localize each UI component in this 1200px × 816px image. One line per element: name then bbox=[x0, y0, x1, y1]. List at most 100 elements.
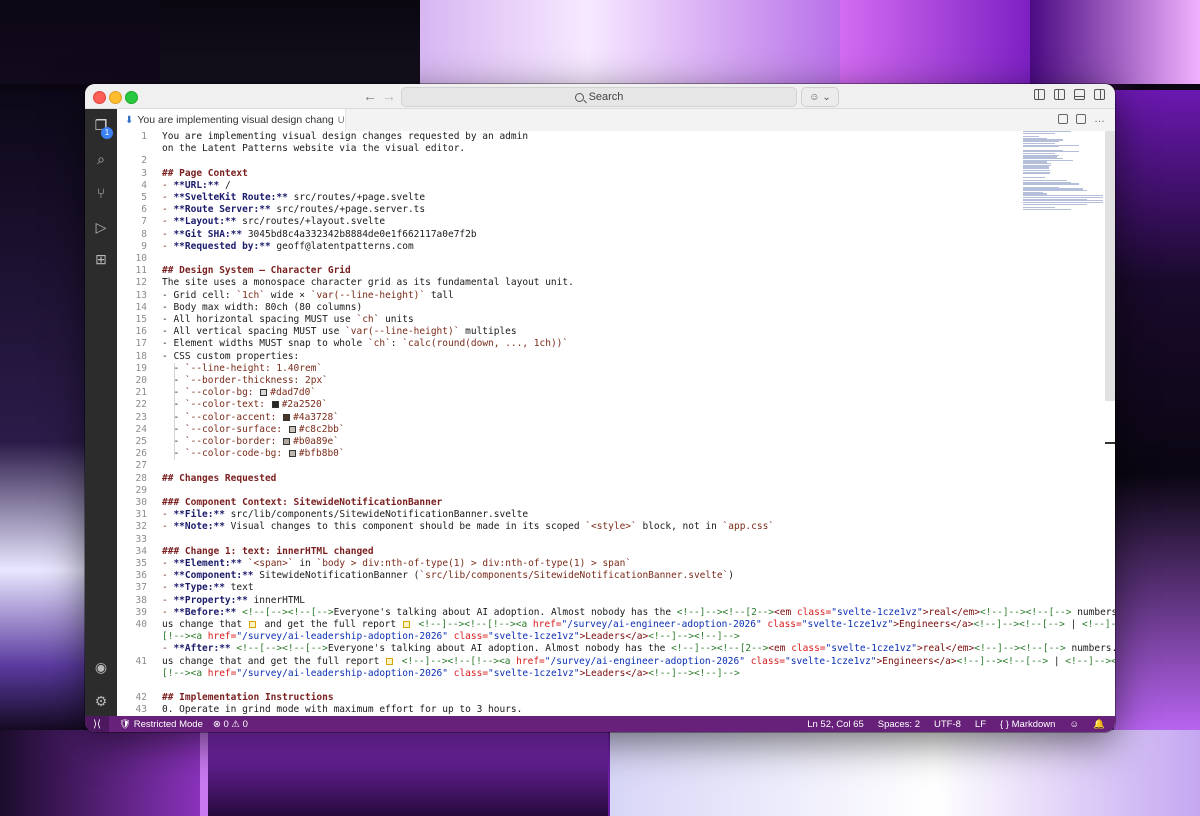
line-number: 7 bbox=[141, 216, 147, 228]
text-editor[interactable]: 1 2 3 4 5 6 7 8 9 10 11 12 13 14 15 16 17 18 19 20 21 22 23 24 2… bbox=[117, 131, 1115, 716]
encoding-setting[interactable]: UTF-8 bbox=[934, 719, 961, 730]
toggle-secondary-sidebar-icon[interactable] bbox=[1094, 89, 1105, 100]
warning-icon: ⚠ bbox=[231, 718, 240, 730]
line-number: 35 bbox=[135, 558, 147, 569]
toggle-sidebar-icon[interactable] bbox=[1054, 89, 1065, 100]
open-preview-icon[interactable] bbox=[1058, 114, 1068, 124]
line-number: 18 bbox=[135, 350, 147, 362]
line-number: 15 bbox=[135, 314, 147, 325]
line-number: 31 bbox=[135, 509, 147, 521]
code-line: - **URL:** / bbox=[162, 179, 231, 191]
language-mode[interactable]: { } Markdown bbox=[1000, 719, 1055, 730]
editor-window: ← → Search ☺ ⌄ ❐ 1 ⌕ ⑂ ▷ ⊞ ◉ ⚙ ⬇ You are… bbox=[85, 84, 1115, 732]
line-number: 37 bbox=[135, 582, 147, 594]
code-line: - `--color-text: #2a2520` bbox=[162, 399, 328, 411]
wallpaper-panel bbox=[1030, 0, 1200, 84]
line-number: 17 bbox=[135, 338, 147, 350]
code-line: 0. Operate in grind mode with maximum ef… bbox=[162, 704, 523, 716]
tab-subtitle: Untitled-1 bbox=[337, 114, 345, 126]
color-swatch[interactable] bbox=[288, 450, 296, 458]
line-number: 6 bbox=[141, 204, 147, 216]
toggle-panel-icon[interactable] bbox=[1074, 89, 1085, 100]
markdown-file-icon: ⬇ bbox=[125, 114, 134, 126]
line-number: 36 bbox=[135, 570, 147, 582]
code-line: - **Requested by:** geoff@latentpatterns… bbox=[162, 240, 414, 252]
copilot-status-icon[interactable]: ☺ bbox=[1069, 719, 1079, 730]
code-line: - **SvelteKit Route:** src/routes/+page.… bbox=[162, 192, 426, 203]
close-window-button[interactable] bbox=[93, 91, 106, 104]
minimap-line bbox=[1023, 208, 1071, 210]
run-debug-icon[interactable]: ▷ bbox=[93, 219, 109, 235]
indentation-setting[interactable]: Spaces: 2 bbox=[878, 719, 920, 730]
arrow-left-icon[interactable]: ← bbox=[363, 87, 377, 105]
cursor-position[interactable]: Ln 52, Col 65 bbox=[807, 719, 864, 730]
line-number: 32 bbox=[135, 521, 147, 533]
code-line: ## Design System — Character Grid bbox=[162, 265, 351, 277]
tab-untitled-1[interactable]: ⬇ You are implementing visual design cha… bbox=[117, 109, 346, 131]
wallpaper-panel bbox=[0, 90, 86, 730]
code-line: - **Property:** innerHTML bbox=[162, 594, 306, 606]
vertical-scrollbar[interactable] bbox=[1105, 131, 1115, 401]
more-actions-icon[interactable]: … bbox=[1094, 114, 1105, 125]
line-number: 14 bbox=[135, 301, 147, 313]
code-area[interactable]: You are implementing visual design chang… bbox=[162, 131, 1115, 716]
gear-icon[interactable]: ⚙ bbox=[93, 693, 109, 709]
line-number: 19 bbox=[135, 362, 147, 374]
restricted-mode-indicator[interactable]: 🛡 Restricted Mode bbox=[119, 719, 203, 730]
wallpaper-panel bbox=[420, 0, 840, 84]
color-swatch[interactable] bbox=[283, 438, 291, 445]
minimap[interactable] bbox=[1023, 131, 1103, 211]
error-count: 0 bbox=[223, 718, 229, 730]
extensions-icon[interactable]: ⊞ bbox=[93, 251, 109, 267]
error-icon: ⊗ bbox=[212, 718, 221, 730]
chevron-down-icon: ⌄ bbox=[822, 91, 831, 103]
code-line: [!--><a href="/survey/ai-leadership-adop… bbox=[162, 631, 740, 643]
scrollbar-cursor-marker bbox=[1105, 442, 1115, 444]
code-line: - **File:** src/lib/components/SitewideN… bbox=[162, 509, 529, 521]
problems-indicator[interactable]: ⊗ 0 ⚠ 0 bbox=[213, 719, 248, 730]
toggle-primary-sidebar-icon[interactable] bbox=[1034, 89, 1045, 100]
code-line: - **Component:** SitewideNotificationBan… bbox=[162, 570, 734, 582]
code-line: ### Change 1: text: innerHTML changed bbox=[162, 545, 374, 557]
split-editor-icon[interactable] bbox=[1076, 114, 1086, 124]
code-line: - `--color-border: #b0a89e` bbox=[162, 436, 339, 447]
notifications-bell-icon[interactable]: 🔔 bbox=[1093, 719, 1105, 730]
eol-setting[interactable]: LF bbox=[975, 719, 986, 730]
line-number: 25 bbox=[135, 436, 147, 447]
line-number: 22 bbox=[135, 399, 147, 411]
line-number: 2 bbox=[141, 155, 147, 167]
code-line: - All vertical spacing MUST use `var(--l… bbox=[162, 326, 517, 338]
account-icon[interactable]: ◉ bbox=[93, 659, 109, 675]
line-number: 3 bbox=[141, 167, 147, 179]
minimap-line bbox=[1023, 146, 1059, 148]
line-number: 26 bbox=[135, 448, 147, 460]
remote-indicator-icon[interactable]: ⟩⟨ bbox=[85, 716, 109, 732]
layout-controls bbox=[1034, 89, 1105, 100]
maximize-window-button[interactable] bbox=[125, 91, 138, 104]
search-icon[interactable]: ⌕ bbox=[93, 151, 109, 167]
line-number: 43 bbox=[135, 704, 147, 716]
code-line: - **Before:** <!--[--><!--[-->Everyone's… bbox=[162, 606, 1115, 618]
arrow-right-icon[interactable]: → bbox=[382, 87, 396, 105]
color-swatch[interactable] bbox=[283, 413, 291, 421]
line-number: 29 bbox=[135, 484, 147, 496]
wallpaper-panel bbox=[0, 0, 164, 84]
code-line: - `--border-thickness: 2px` bbox=[162, 375, 328, 386]
copilot-menu-button[interactable]: ☺ ⌄ bbox=[801, 87, 839, 107]
source-control-icon[interactable]: ⑂ bbox=[93, 185, 109, 201]
code-line: - **Git SHA:** 3045bd8c4a332342b8884de0e… bbox=[162, 228, 477, 240]
search-icon bbox=[574, 92, 584, 102]
minimap-line bbox=[1023, 176, 1046, 178]
color-swatch[interactable] bbox=[288, 425, 296, 433]
code-line: - `--color-code-bg: #bfb8b0` bbox=[162, 448, 345, 460]
minimize-window-button[interactable] bbox=[109, 91, 122, 104]
command-center-search[interactable]: Search bbox=[401, 87, 797, 107]
line-number: 10 bbox=[135, 253, 147, 264]
color-swatch[interactable] bbox=[260, 389, 268, 397]
status-bar: ⟩⟨ 🛡 Restricted Mode ⊗ 0 ⚠ 0 Ln 52, Col … bbox=[85, 716, 1115, 732]
unicode-highlight bbox=[248, 621, 256, 628]
code-line: - **Route Server:** src/routes/+page.ser… bbox=[162, 204, 426, 216]
line-number: 16 bbox=[135, 326, 147, 338]
color-swatch[interactable] bbox=[271, 401, 279, 409]
line-number: 27 bbox=[135, 460, 147, 472]
